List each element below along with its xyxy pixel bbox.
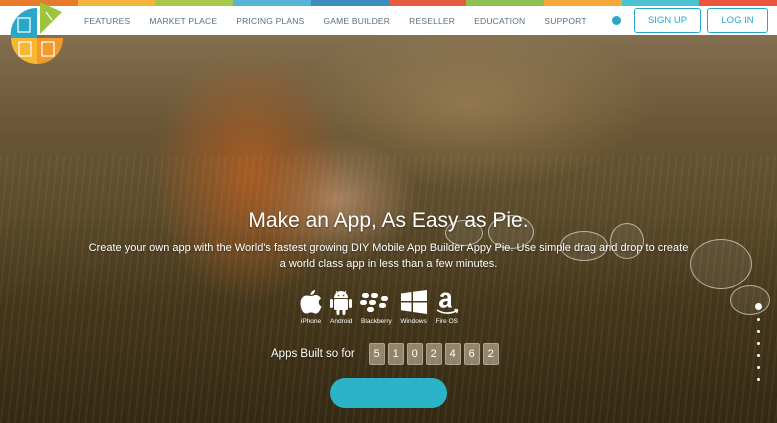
platform-fire-os[interactable]: Fire OS [435, 287, 459, 325]
slider-dot[interactable] [756, 342, 760, 345]
platform-label: Windows [400, 318, 427, 325]
platform-label: Fire OS [435, 318, 458, 325]
platform-label: Android [330, 318, 353, 325]
amazon-icon [435, 287, 459, 316]
android-icon [330, 287, 353, 316]
platform-label: Blackberry [361, 318, 392, 325]
nav-game-builder[interactable]: GAME BUILDER [323, 16, 390, 26]
slider-dot[interactable] [756, 318, 760, 321]
platform-blackberry[interactable]: Blackberry [360, 287, 392, 325]
platform-list: iPhone Android Blackberry Windows Fire O… [300, 287, 467, 325]
nav-reseller[interactable]: RESELLER [409, 16, 455, 26]
hero-headline: Make an App, As Easy as Pie. [248, 209, 529, 232]
counter-digit: 5 [368, 343, 385, 365]
counter-digit: 6 [463, 343, 480, 365]
slider-dot[interactable] [756, 354, 760, 357]
slider-dot-active[interactable] [754, 303, 762, 310]
slider-dot[interactable] [756, 378, 760, 381]
slider-pagination [753, 303, 763, 390]
nav-pricing-plans[interactable]: PRICING PLANS [236, 16, 304, 26]
nav-education[interactable]: EDUCATION [474, 16, 525, 26]
get-started-button[interactable] [330, 378, 447, 408]
top-navbar: FEATURES MARKET PLACE PRICING PLANS GAME… [0, 6, 777, 35]
signup-button[interactable]: SIGN UP [634, 8, 701, 33]
hero-subtext: Create your own app with the World's fas… [88, 242, 689, 270]
platform-label: iPhone [300, 318, 322, 325]
login-button[interactable]: LOG IN [707, 8, 768, 33]
apps-built-counter: Apps Built so for 5 1 0 2 4 6 2 [271, 343, 502, 365]
bubble-decoration [730, 285, 770, 315]
globe-icon[interactable] [612, 16, 621, 25]
platform-android[interactable]: Android [330, 287, 352, 325]
bubble-decoration [690, 239, 752, 289]
slider-dot[interactable] [756, 366, 760, 369]
blackberry-icon [360, 287, 392, 316]
counter-digit: 2 [425, 343, 442, 365]
top-color-stripe [0, 0, 777, 6]
platform-iphone[interactable]: iPhone [300, 287, 322, 325]
counter-digit: 4 [444, 343, 461, 365]
windows-icon [400, 287, 427, 316]
platform-windows[interactable]: Windows [400, 287, 427, 325]
counter-label: Apps Built so for [271, 348, 355, 360]
nav-market-place[interactable]: MARKET PLACE [149, 16, 217, 26]
counter-digit: 0 [406, 343, 423, 365]
counter-digit: 1 [387, 343, 404, 365]
apple-icon [300, 287, 322, 316]
nav-links: FEATURES MARKET PLACE PRICING PLANS GAME… [84, 6, 606, 35]
counter-digit: 2 [482, 343, 499, 365]
nav-features[interactable]: FEATURES [84, 16, 130, 26]
nav-support[interactable]: SUPPORT [544, 16, 586, 26]
slider-dot[interactable] [756, 330, 760, 333]
appy-pie-logo[interactable] [8, 0, 66, 66]
